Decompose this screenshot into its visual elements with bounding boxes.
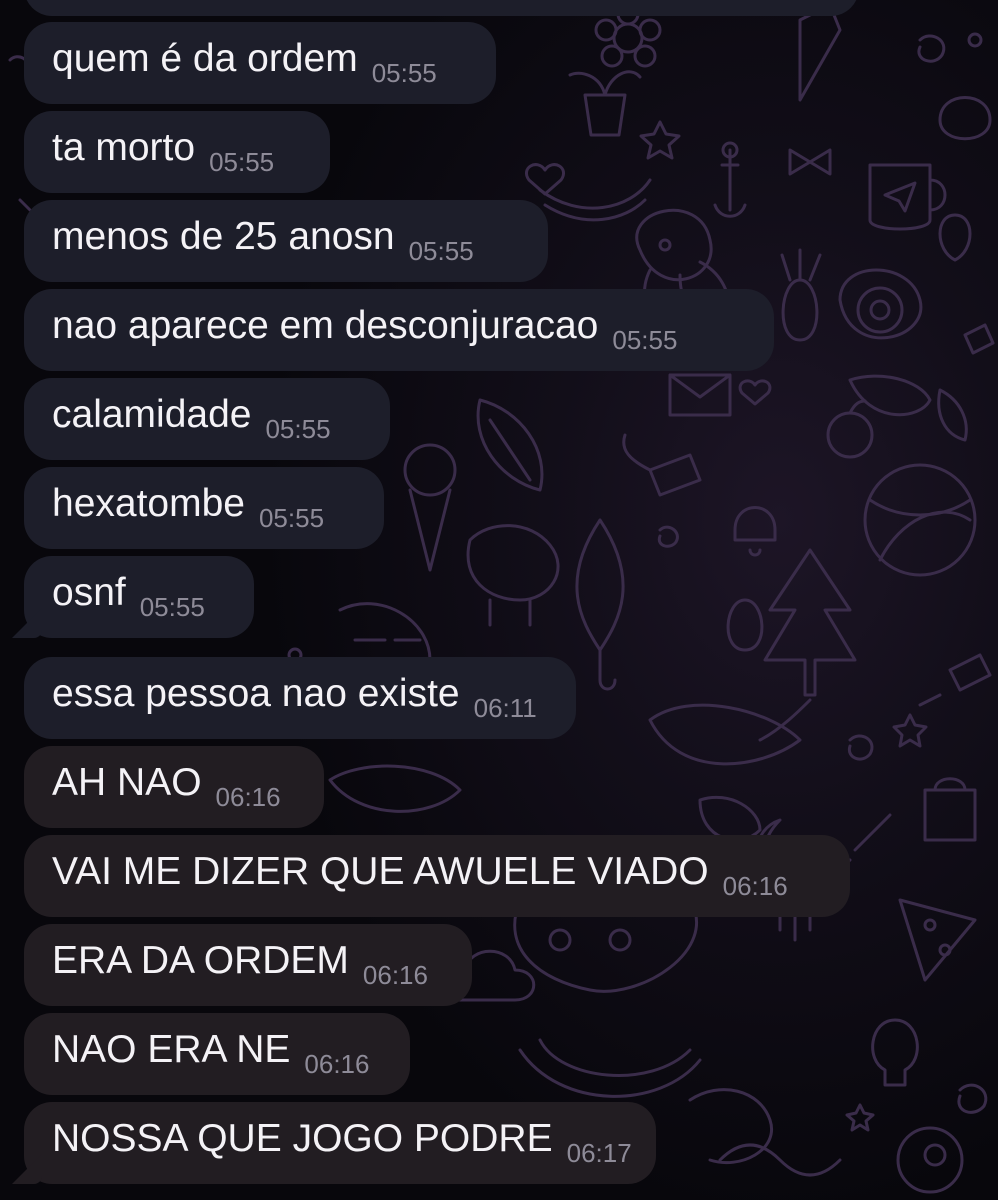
message-bubble[interactable]: NAO ERA NE 06:16 — [24, 1013, 410, 1095]
message-timestamp: 06:16 — [722, 870, 788, 901]
message-timestamp: 05:55 — [408, 235, 474, 266]
message-timestamp: 05:55 — [265, 413, 331, 444]
message-text: NAO ERA NE — [52, 1027, 291, 1071]
message-text: NOSSA QUE JOGO PODRE — [52, 1116, 553, 1160]
message-bubble[interactable]: nao aparece em desconjuracao 05:55 — [24, 289, 774, 371]
message-bubble[interactable]: osnf 05:55 — [24, 556, 254, 638]
message-text: quem é da ordem — [52, 36, 358, 80]
message-list[interactable]: quem é da ordem 05:55 ta morto 05:55 men… — [0, 0, 998, 1200]
message-text: ta morto — [52, 125, 196, 169]
message-bubble[interactable]: VAI ME DIZER QUE AWUELE VIADO 06:16 — [24, 835, 850, 917]
message-timestamp: 05:55 — [209, 146, 275, 177]
message-bubble[interactable]: menos de 25 anosn 05:55 — [24, 200, 548, 282]
message-timestamp: 05:55 — [371, 57, 437, 88]
previous-message-bubble — [24, 0, 859, 16]
message-text: menos de 25 anosn — [52, 214, 395, 258]
message-timestamp: 05:55 — [139, 591, 205, 622]
message-bubble[interactable]: calamidade 05:55 — [24, 378, 390, 460]
message-timestamp: 06:11 — [473, 692, 537, 723]
message-text: essa pessoa nao existe — [52, 671, 460, 715]
message-bubble[interactable]: essa pessoa nao existe 06:11 — [24, 657, 576, 739]
message-timestamp: 06:17 — [566, 1137, 632, 1168]
message-bubble[interactable]: AH NAO 06:16 — [24, 746, 324, 828]
message-bubble[interactable]: quem é da ordem 05:55 — [24, 22, 496, 104]
message-text: AH NAO — [52, 760, 202, 804]
message-bubble[interactable]: ta morto 05:55 — [24, 111, 330, 193]
message-text: ERA DA ORDEM — [52, 938, 349, 982]
message-bubble[interactable]: hexatombe 05:55 — [24, 467, 384, 549]
message-text: hexatombe — [52, 481, 245, 525]
message-text: VAI ME DIZER QUE AWUELE VIADO — [52, 849, 709, 893]
message-timestamp: 06:16 — [362, 959, 428, 990]
message-timestamp: 06:16 — [215, 781, 281, 812]
message-bubble[interactable]: ERA DA ORDEM 06:16 — [24, 924, 472, 1006]
message-timestamp: 06:16 — [304, 1048, 370, 1079]
message-text: osnf — [52, 570, 126, 614]
message-timestamp: 05:55 — [258, 502, 325, 533]
message-timestamp: 05:55 — [612, 324, 678, 355]
message-bubble[interactable]: NOSSA QUE JOGO PODRE 06:17 — [24, 1102, 656, 1184]
message-text: calamidade — [52, 392, 252, 436]
message-text: nao aparece em desconjuracao — [52, 303, 599, 347]
